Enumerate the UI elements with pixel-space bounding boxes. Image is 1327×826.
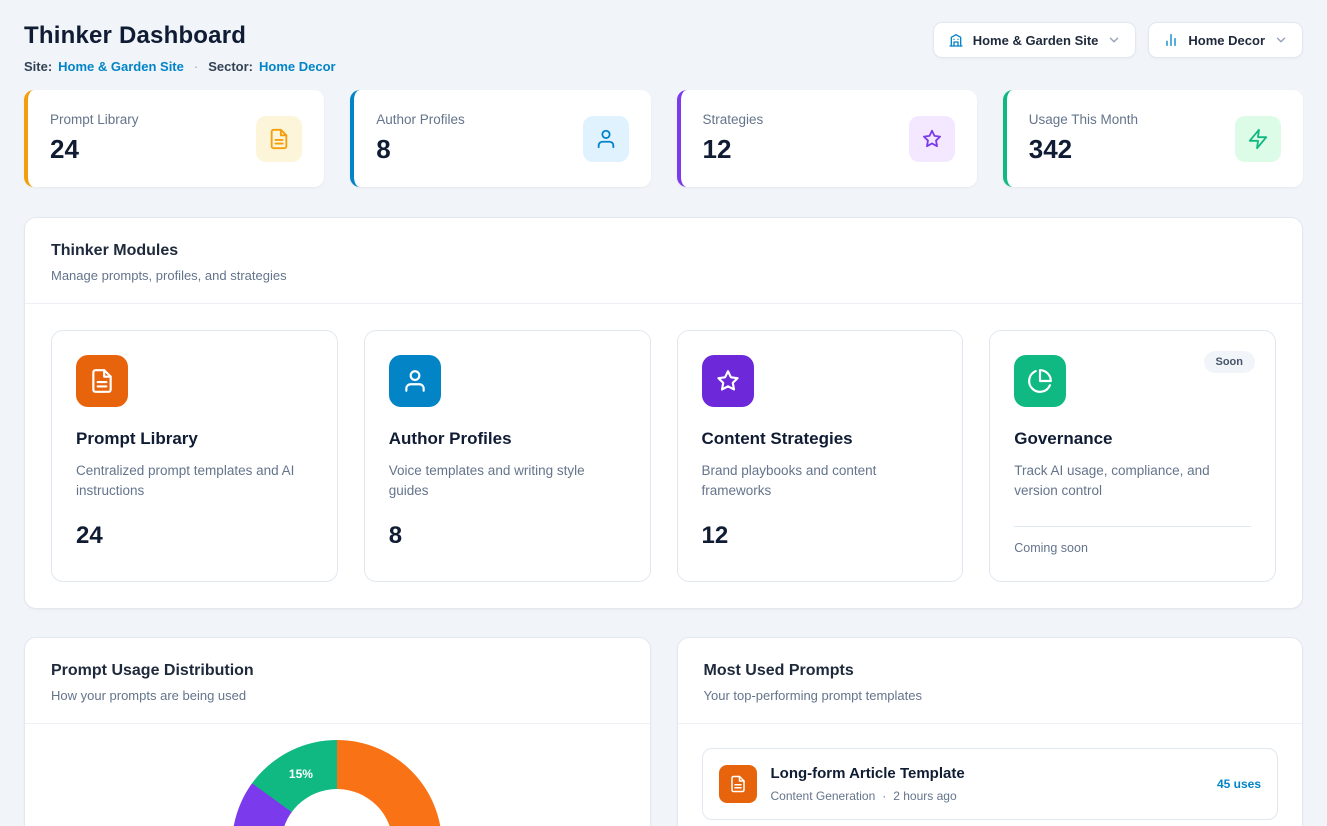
donut-hole: [281, 789, 393, 826]
prompt-meta: Content Generation · 2 hours ago: [771, 789, 965, 803]
module-title: Governance: [1014, 429, 1251, 449]
document-icon: [719, 765, 757, 803]
stat-text: Author Profiles 8: [376, 112, 465, 165]
prompts-card-title: Most Used Prompts: [704, 662, 1277, 680]
prompts-card-subtitle: Your top-performing prompt templates: [704, 688, 1277, 703]
most-used-prompts-card: Most Used Prompts Your top-performing pr…: [677, 637, 1304, 826]
stat-value: 12: [703, 134, 764, 165]
sector-selector-label: Home Decor: [1188, 33, 1265, 48]
usage-donut: 45%22%18%15%: [232, 740, 442, 826]
stat-text: Prompt Library 24: [50, 112, 139, 165]
prompt-list: Long-form Article Template Content Gener…: [678, 724, 1303, 826]
prompt-list-item[interactable]: Long-form Article Template Content Gener…: [702, 748, 1279, 820]
modules-panel-subtitle: Manage prompts, profiles, and strategies: [51, 268, 1276, 283]
stat-card-strategies: Strategies 12: [677, 90, 977, 187]
module-title: Content Strategies: [702, 429, 939, 449]
donut-slice-label: 15%: [289, 767, 313, 781]
prompts-card-header: Most Used Prompts Your top-performing pr…: [678, 638, 1303, 724]
modules-panel-header: Thinker Modules Manage prompts, profiles…: [25, 218, 1302, 304]
usage-card-header: Prompt Usage Distribution How your promp…: [25, 638, 650, 724]
pie-chart-icon: [1014, 355, 1066, 407]
thinker-modules-panel: Thinker Modules Manage prompts, profiles…: [24, 217, 1303, 609]
user-icon: [389, 355, 441, 407]
module-title: Author Profiles: [389, 429, 626, 449]
dashboard-page: Thinker Dashboard Site: Home & Garden Si…: [0, 0, 1327, 826]
breadcrumb: Site: Home & Garden Site · Sector: Home …: [24, 59, 336, 74]
prompt-category: Content Generation: [771, 789, 876, 803]
document-icon: [256, 116, 302, 162]
sector-selector-dropdown[interactable]: Home Decor: [1148, 22, 1303, 58]
donut-chart-area: 45%22%18%15%: [25, 724, 650, 826]
header: Thinker Dashboard Site: Home & Garden Si…: [24, 22, 1303, 74]
stat-label: Prompt Library: [50, 112, 139, 127]
prompt-time: 2 hours ago: [893, 789, 956, 803]
module-description: Track AI usage, compliance, and version …: [1014, 461, 1251, 502]
building-icon: [948, 32, 964, 48]
stat-value: 24: [50, 134, 139, 165]
separator-dot: ·: [882, 789, 886, 803]
prompt-title: Long-form Article Template: [771, 765, 965, 782]
modules-grid: Prompt Library Centralized prompt templa…: [25, 304, 1302, 608]
bar-chart-icon: [1163, 32, 1179, 48]
page-title: Thinker Dashboard: [24, 22, 336, 50]
module-card-content-strategies[interactable]: Content Strategies Brand playbooks and c…: [677, 330, 964, 582]
stats-row: Prompt Library 24 Author Profiles 8 Stra…: [24, 90, 1303, 187]
divider: [1014, 526, 1251, 527]
stat-card-prompt-library: Prompt Library 24: [24, 90, 324, 187]
stat-value: 8: [376, 134, 465, 165]
module-count: 12: [702, 522, 939, 550]
soon-badge: Soon: [1204, 351, 1256, 373]
stat-text: Usage This Month 342: [1029, 112, 1138, 165]
coming-soon-note: Coming soon: [1014, 541, 1251, 555]
stat-value: 342: [1029, 134, 1138, 165]
bottom-row: Prompt Usage Distribution How your promp…: [24, 637, 1303, 826]
module-card-author-profiles[interactable]: Author Profiles Voice templates and writ…: [364, 330, 651, 582]
module-description: Brand playbooks and content frameworks: [702, 461, 939, 502]
zap-icon: [1235, 116, 1281, 162]
module-count: 8: [389, 522, 626, 550]
usage-card-subtitle: How your prompts are being used: [51, 688, 624, 703]
header-selectors: Home & Garden Site Home Decor: [933, 22, 1303, 58]
stat-label: Usage This Month: [1029, 112, 1138, 127]
site-label: Site:: [24, 59, 52, 74]
module-title: Prompt Library: [76, 429, 313, 449]
document-icon: [76, 355, 128, 407]
usage-distribution-card: Prompt Usage Distribution How your promp…: [24, 637, 651, 826]
site-selector-label: Home & Garden Site: [973, 33, 1099, 48]
stat-label: Strategies: [703, 112, 764, 127]
stat-label: Author Profiles: [376, 112, 465, 127]
chevron-down-icon: [1274, 33, 1288, 47]
module-description: Centralized prompt templates and AI inst…: [76, 461, 313, 502]
chevron-down-icon: [1107, 33, 1121, 47]
site-link[interactable]: Home & Garden Site: [58, 59, 184, 74]
stat-card-usage: Usage This Month 342: [1003, 90, 1303, 187]
stat-text: Strategies 12: [703, 112, 764, 165]
site-selector-dropdown[interactable]: Home & Garden Site: [933, 22, 1137, 58]
header-left: Thinker Dashboard Site: Home & Garden Si…: [24, 22, 336, 74]
separator-dot: ·: [194, 59, 198, 74]
prompt-uses-badge: 45 uses: [1217, 777, 1261, 791]
stat-card-author-profiles: Author Profiles 8: [350, 90, 650, 187]
user-icon: [583, 116, 629, 162]
usage-card-title: Prompt Usage Distribution: [51, 662, 624, 680]
modules-panel-title: Thinker Modules: [51, 242, 1276, 260]
sector-link[interactable]: Home Decor: [259, 59, 336, 74]
module-card-governance[interactable]: Soon Governance Track AI usage, complian…: [989, 330, 1276, 582]
prompt-item-text: Long-form Article Template Content Gener…: [771, 765, 965, 803]
sector-label: Sector:: [208, 59, 253, 74]
sparkle-star-icon: [909, 116, 955, 162]
module-count: 24: [76, 522, 313, 550]
module-description: Voice templates and writing style guides: [389, 461, 626, 502]
sparkle-star-icon: [702, 355, 754, 407]
module-card-prompt-library[interactable]: Prompt Library Centralized prompt templa…: [51, 330, 338, 582]
